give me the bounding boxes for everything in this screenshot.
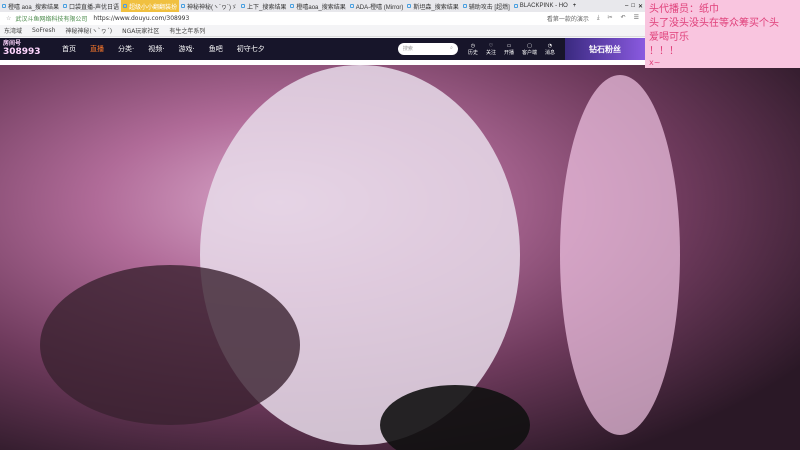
- undo-icon[interactable]: ↶: [621, 14, 626, 23]
- search-placeholder: 搜索: [402, 46, 413, 52]
- tab-icon: [462, 4, 467, 8]
- icon-label: 消息: [544, 49, 555, 56]
- history-button[interactable]: ◷ 历史: [468, 43, 478, 56]
- tab[interactable]: 神秘神秘(ヽ`ヮ´)ゞ: [179, 0, 239, 12]
- tab[interactable]: 橙嘻aoa_搜索结果: [288, 0, 347, 12]
- search-input[interactable]: 搜索 ⌕: [397, 43, 458, 55]
- tab-bar: 橙嘻 aoa_搜索结果 口袋直播-声优日语 超级小小翻翻装扮 神秘神秘(ヽ`ヮ´…: [0, 0, 645, 12]
- tab-icon: [181, 4, 186, 8]
- tab-icon: [407, 4, 412, 8]
- clock-icon: ◷: [470, 42, 476, 49]
- minimize-icon[interactable]: –: [625, 3, 628, 9]
- live-video[interactable]: [0, 65, 800, 450]
- follow-button[interactable]: ♡ 关注: [486, 43, 496, 56]
- broadcast-button[interactable]: ▭ 开播: [504, 43, 514, 56]
- nav-video[interactable]: 视频·: [148, 44, 164, 54]
- video-shadow: [40, 265, 300, 425]
- star-icon[interactable]: ☆: [6, 15, 11, 22]
- tab[interactable]: 口袋直播-声优日语: [61, 0, 121, 12]
- bookmark[interactable]: 神秘神秘(ヽ`ヮ´): [65, 26, 112, 35]
- icon-label: 关注: [485, 49, 496, 56]
- danmaku-overlay: 头代播员：纸巾 头了没头没头在等众筹买个头 爱喝可乐 ！！！: [645, 0, 800, 68]
- search-icon[interactable]: ⌕: [450, 45, 453, 53]
- tab-icon: [63, 4, 68, 8]
- tab[interactable]: 辅助攻击 [超燃]: [461, 0, 512, 12]
- tab[interactable]: BLACKPINK - HO: [512, 0, 570, 12]
- badge-text: 钻石粉丝: [589, 44, 621, 54]
- search-suggestion[interactable]: 看第一款的演示: [547, 14, 589, 23]
- download-icon[interactable]: ⤓: [597, 14, 600, 23]
- tab-label: 橙嘻 aoa_搜索结果: [8, 4, 60, 11]
- nav-games[interactable]: 游戏·: [178, 44, 194, 54]
- maximize-icon[interactable]: □: [631, 3, 635, 9]
- room-label: 房间号: [3, 40, 22, 47]
- tab-active[interactable]: 超级小小翻翻装扮: [121, 0, 180, 12]
- tab-icon: [349, 4, 354, 8]
- room-logo[interactable]: 房间号 308993: [0, 38, 55, 60]
- douyu-nav: 房间号 308993 首页 直播 分类· 视频· 游戏· 鱼吧 初守七夕 搜索 ⌕ …: [0, 38, 645, 60]
- nav-event[interactable]: 初守七夕: [237, 44, 265, 54]
- nav-yuba[interactable]: 鱼吧: [209, 44, 223, 54]
- tab-label: 橙嘻aoa_搜索结果: [296, 4, 346, 11]
- subheader-strip: [0, 60, 645, 65]
- tab-label: 辅助攻击 [超燃]: [468, 4, 510, 11]
- tab-icon: [2, 4, 6, 8]
- url-text[interactable]: https://www.douyu.com/308993: [93, 15, 189, 22]
- bookmark[interactable]: 有生之年系列: [169, 26, 205, 35]
- bell-icon: ◔: [547, 42, 553, 49]
- tab-label: 神秘神秘(ヽ`ヮ´)ゞ: [187, 4, 238, 11]
- tab-label: 口袋直播-声优日语: [69, 4, 120, 11]
- new-tab-icon[interactable]: +: [573, 3, 577, 9]
- icon-label: 历史: [467, 49, 478, 56]
- nav-home[interactable]: 首页: [62, 44, 76, 54]
- video-chair: [560, 75, 680, 435]
- tab[interactable]: 橙嘻 aoa_搜索结果: [0, 0, 61, 12]
- cut-icon[interactable]: ✂: [608, 14, 613, 23]
- tab-label: 斯坦森_搜索结果: [413, 4, 459, 11]
- tab-icon: [290, 4, 295, 8]
- bookmarks-bar: 东湾域 SoFresh 神秘神秘(ヽ`ヮ´) NGA玩家社区 有生之年系列: [0, 25, 645, 37]
- icon-label: 开播: [503, 49, 514, 56]
- bookmark[interactable]: SoFresh: [32, 27, 55, 34]
- room-number: 308993: [3, 47, 41, 57]
- tab-label: BLACKPINK - HO: [519, 3, 568, 9]
- tab-icon: [123, 4, 128, 8]
- chat-line: 爱喝可乐: [649, 32, 689, 43]
- tab[interactable]: ADA-橙嘻 (Mirror): [348, 0, 406, 12]
- icon-label: 客户端: [521, 49, 537, 56]
- chat-line: ！！！: [649, 46, 679, 57]
- heart-icon: ♡: [488, 42, 494, 49]
- chat-line: x~: [649, 58, 661, 67]
- tab[interactable]: 上下_搜索结果: [239, 0, 288, 12]
- tab-icon: [513, 4, 518, 8]
- folder-icon: ▭: [506, 42, 512, 49]
- tab-icon: [241, 4, 246, 8]
- close-icon[interactable]: ✕: [638, 3, 643, 10]
- site-identity: 武汉斗鱼网络科技有限公司: [15, 16, 88, 23]
- client-button[interactable]: ▢ 客户端: [522, 43, 537, 56]
- tab-label: ADA-橙嘻 (Mirror): [355, 4, 404, 11]
- nav-category[interactable]: 分类·: [118, 44, 134, 54]
- menu-icon[interactable]: ☰: [634, 14, 639, 23]
- address-bar[interactable]: ☆ 武汉斗鱼网络科技有限公司 https://www.douyu.com/308…: [0, 12, 645, 25]
- tab[interactable]: 斯坦森_搜索结果: [405, 0, 460, 12]
- chat-line: 头了没头没头在等众筹买个头: [649, 18, 779, 29]
- tab-label: 上下_搜索结果: [247, 4, 287, 11]
- browser-window: 橙嘻 aoa_搜索结果 口袋直播-声优日语 超级小小翻翻装扮 神秘神秘(ヽ`ヮ´…: [0, 0, 645, 65]
- bookmark[interactable]: 东湾域: [4, 26, 22, 35]
- bookmark[interactable]: NGA玩家社区: [122, 26, 159, 35]
- chat-icon: ▢: [527, 42, 532, 49]
- diamond-fan-badge[interactable]: 钻石粉丝: [565, 38, 645, 60]
- tab-label: 超级小小翻翻装扮: [129, 4, 178, 11]
- nav-live[interactable]: 直播: [90, 44, 104, 54]
- messages-button[interactable]: ◔ 消息: [545, 43, 555, 56]
- chat-line: 头代播员：纸巾: [649, 4, 719, 15]
